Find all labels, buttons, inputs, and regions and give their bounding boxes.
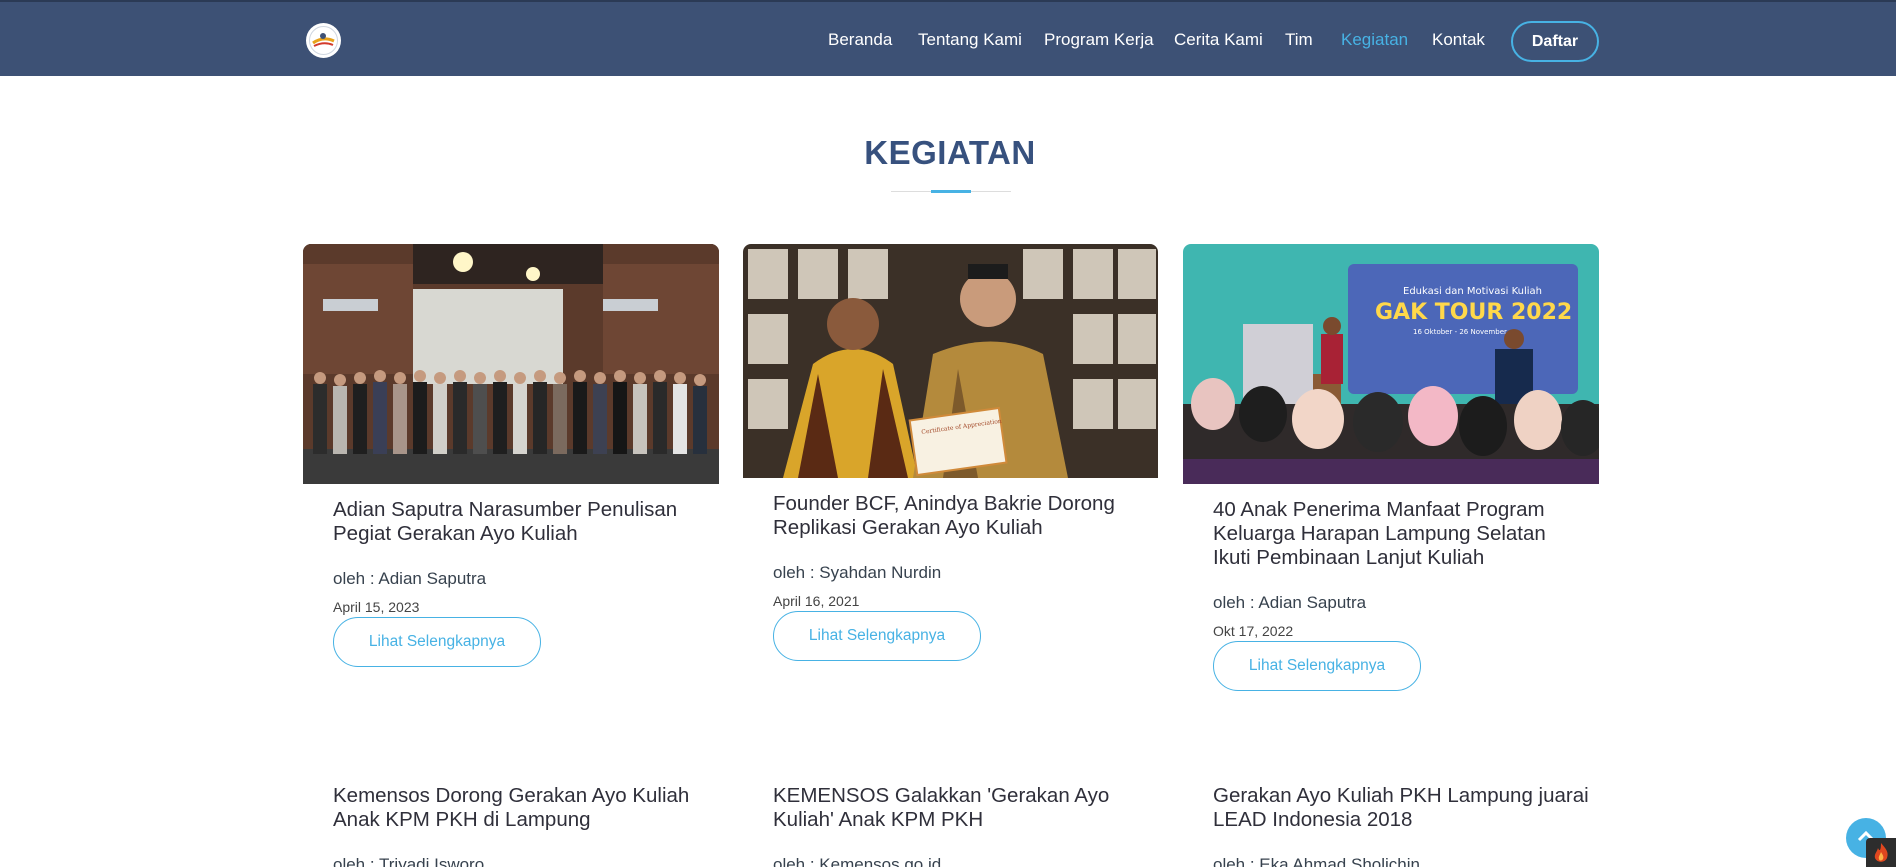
card-3-photo[interactable]: Edukasi dan Motivasi Kuliah GAK TOUR 202… xyxy=(1183,244,1599,484)
card-3-author: oleh : Adian Saputra xyxy=(1213,593,1367,612)
card-4-title[interactable]: Kemensos Dorong Gerakan Ayo Kuliah Anak … xyxy=(333,784,713,832)
card-3-read-more-button[interactable]: Lihat Selengkapnya xyxy=(1213,641,1421,691)
card-5-author: oleh : Kemensos.go.id xyxy=(773,855,942,867)
card-2-author: oleh : Syahdan Nurdin xyxy=(773,563,942,582)
card-3-date: Okt 17, 2022 xyxy=(1213,623,1294,639)
nav-tentang-kami[interactable]: Tentang Kami xyxy=(918,30,1022,50)
poster-dates: 16 Oktober - 26 November xyxy=(1413,328,1507,336)
card-4-author: oleh : Triyadi Isworo xyxy=(333,855,485,867)
card-6-title[interactable]: Gerakan Ayo Kuliah PKH Lampung juarai LE… xyxy=(1213,784,1593,832)
card-6-author: oleh : Eka Ahmad Sholichin xyxy=(1213,855,1420,867)
poster-title: GAK TOUR 2022 xyxy=(1375,300,1572,325)
title-accent-bar xyxy=(931,190,971,193)
section-title: KEGIATAN xyxy=(864,134,1036,171)
top-navbar: Beranda Tentang Kami Program Kerja Cerit… xyxy=(0,0,1896,76)
card-1-photo[interactable] xyxy=(303,244,719,484)
flame-icon xyxy=(1874,843,1888,862)
card-2-photo[interactable]: Certificate of Appreciation xyxy=(743,244,1158,478)
card-3-title[interactable]: 40 Anak Penerima Manfaat Program Keluarg… xyxy=(1213,498,1583,570)
card-1-title[interactable]: Adian Saputra Narasumber Penulisan Pegia… xyxy=(333,498,713,546)
card-1-author: oleh : Adian Saputra xyxy=(333,569,487,588)
card-1-read-more-button[interactable]: Lihat Selengkapnya xyxy=(333,617,541,667)
poster-subtitle: Edukasi dan Motivasi Kuliah xyxy=(1403,286,1542,297)
daftar-button[interactable]: Daftar xyxy=(1511,21,1599,62)
card-5-title[interactable]: KEMENSOS Galakkan 'Gerakan Ayo Kuliah' A… xyxy=(773,784,1153,832)
nav-tim[interactable]: Tim xyxy=(1285,30,1313,50)
card-2-read-more-button[interactable]: Lihat Selengkapnya xyxy=(773,611,981,661)
card-2-date: April 16, 2021 xyxy=(773,593,860,609)
card-1-date: April 15, 2023 xyxy=(333,599,420,615)
nav-kegiatan[interactable]: Kegiatan xyxy=(1341,30,1408,50)
flame-badge[interactable] xyxy=(1866,838,1896,867)
nav-program-kerja[interactable]: Program Kerja xyxy=(1044,30,1154,50)
site-logo[interactable] xyxy=(306,23,341,58)
nav-beranda[interactable]: Beranda xyxy=(828,30,892,50)
nav-kontak[interactable]: Kontak xyxy=(1432,30,1485,50)
nav-cerita-kami[interactable]: Cerita Kami xyxy=(1174,30,1263,50)
card-2-title[interactable]: Founder BCF, Anindya Bakrie Dorong Repli… xyxy=(773,492,1153,540)
